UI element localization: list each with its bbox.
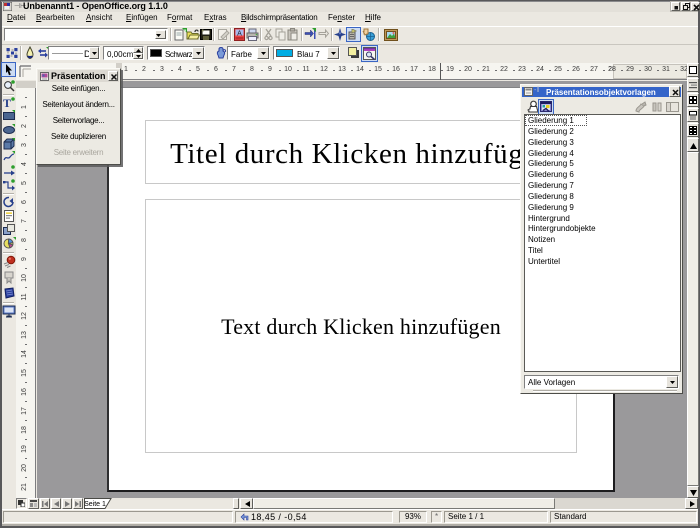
svg-text:Seite 1: Seite 1 [84, 501, 106, 508]
svg-text:A: A [237, 31, 242, 38]
